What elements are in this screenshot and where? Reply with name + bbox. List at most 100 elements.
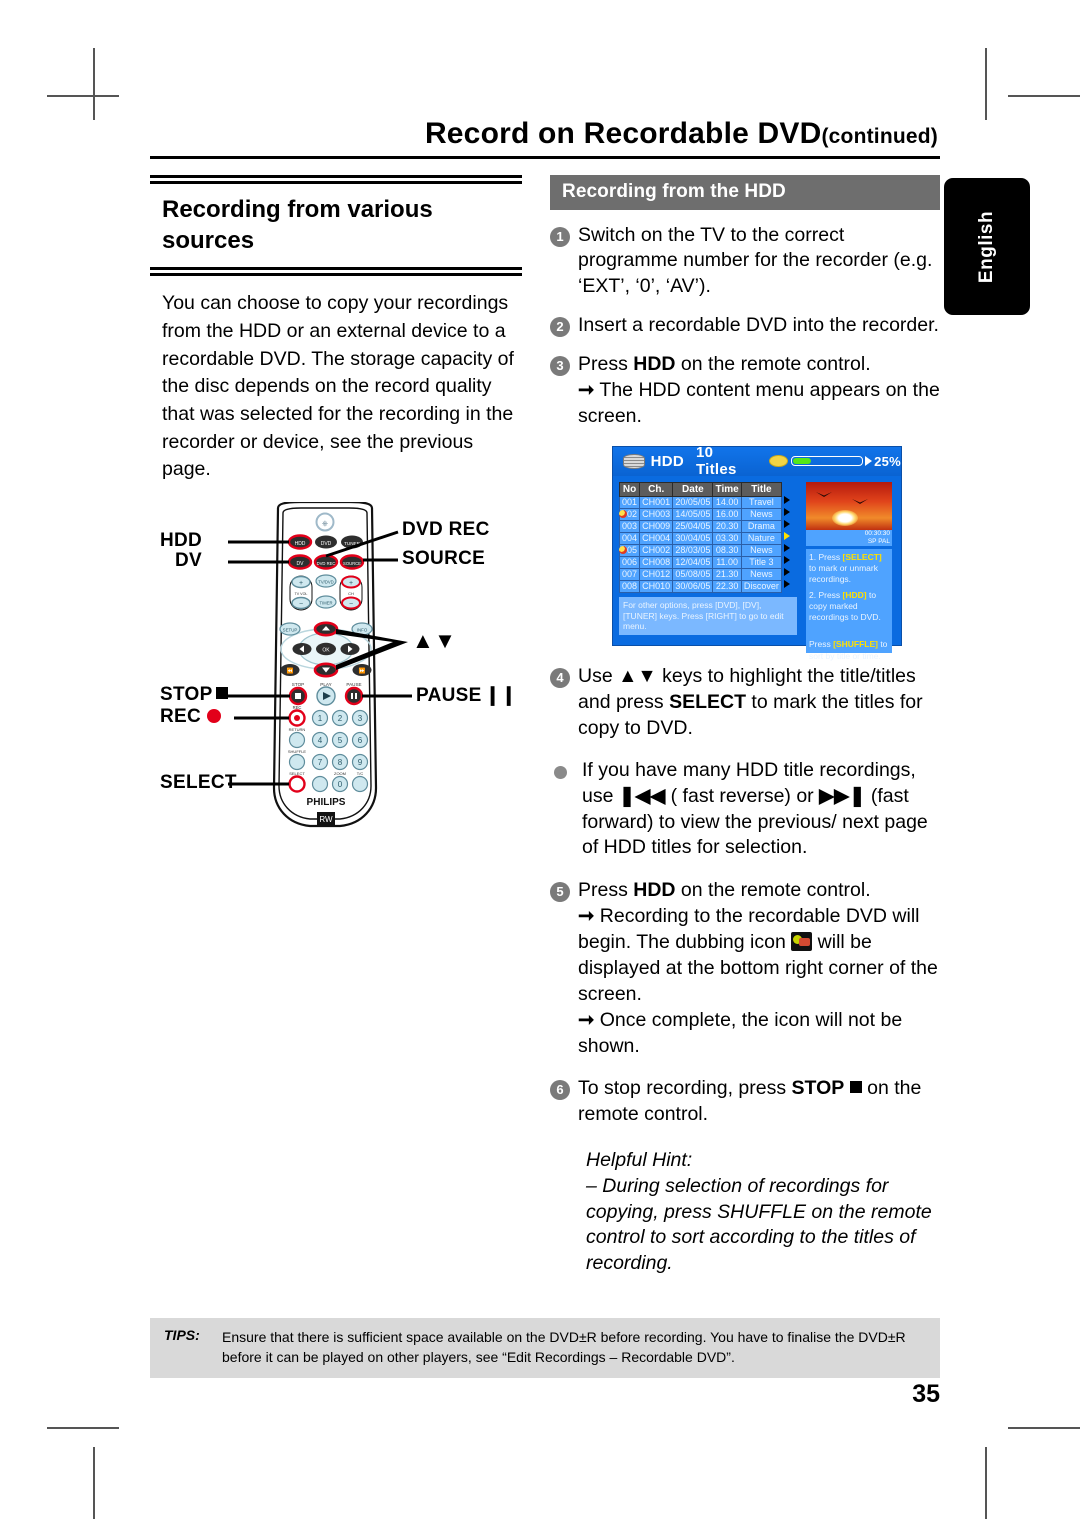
cell-no: 002 — [618, 507, 641, 521]
capacity-indicator-icon — [769, 455, 788, 468]
crop-mark-top-right-v — [985, 48, 987, 120]
table-row[interactable]: 004 CH004 30/04/05 03.30 Nature — [618, 531, 783, 545]
cell-date: 28/03/05 — [672, 543, 714, 557]
callout-stop: STOP — [160, 684, 228, 706]
section-bar-recording-from-hdd: Recording from the HDD — [550, 174, 940, 210]
tv-bottom-hint: For other options, press [DVD], [DV], [T… — [619, 596, 797, 635]
cell-no: 006 — [618, 555, 641, 569]
svg-text:RW: RW — [319, 815, 333, 824]
cell-ch: CH002 — [639, 543, 674, 557]
cell-title: Drama — [740, 519, 783, 533]
svg-text:TV VOL: TV VOL — [295, 592, 308, 596]
svg-text:4: 4 — [318, 736, 323, 745]
tv-side-step-1-key: [SELECT] — [842, 552, 882, 563]
table-row[interactable]: 006 CH008 12/04/05 11.00 Title 3 — [618, 555, 783, 569]
cell-ch: CH001 — [639, 495, 674, 509]
step-3-text: Press HDD on the remote control. ➞ The H… — [578, 353, 940, 428]
hdd-content-menu-screenshot: HDD 10 Titles 25% No Ch. Date Time Title… — [612, 444, 902, 661]
cell-title: News — [740, 507, 783, 521]
table-row[interactable]: 005 CH002 28/03/05 08.30 News — [618, 543, 783, 557]
cell-no: 005 — [618, 543, 641, 557]
capacity-progress-fill — [792, 458, 811, 465]
svg-text:SELECT: SELECT — [289, 771, 305, 776]
fast-reverse-icon: ❚◀◀ — [618, 784, 666, 807]
remote-control-illustration: ⎈ HDD DVD TUNER DV DVD REC SOURCE + − TV… — [150, 501, 522, 832]
row-arrow-icon — [784, 555, 790, 564]
svg-text:DVD: DVD — [321, 541, 332, 547]
cell-ch: CH010 — [639, 579, 674, 593]
svg-text:ZOOM: ZOOM — [334, 771, 346, 776]
svg-text:RETURN: RETURN — [289, 727, 306, 732]
svg-text:+: + — [299, 580, 303, 587]
cell-no: 008 — [618, 579, 641, 593]
tv-titles-count: 10 Titles — [695, 444, 737, 479]
tips-label: TIPS: — [164, 1327, 200, 1343]
svg-text:DV: DV — [297, 561, 305, 567]
arrow-glyph: ➞ — [578, 905, 595, 928]
table-row[interactable]: 007 CH012 05/08/05 21.30 News — [618, 567, 783, 581]
bullet-note: If you have many HDD title recordings, u… — [550, 758, 940, 862]
cell-ch: CH012 — [639, 567, 674, 581]
stop-square-icon — [215, 687, 228, 700]
tv-side-step-3: Press [SHUFFLE] to sort by title or time… — [809, 639, 889, 661]
capacity-percent: 25% — [874, 453, 901, 469]
crop-mark-bottom-left-h — [47, 1427, 119, 1429]
cell-date: 12/04/05 — [672, 555, 714, 569]
callout-stop-label: STOP — [160, 684, 213, 706]
callout-up-down-arrows: ▲▼ — [412, 628, 457, 654]
tv-side-step-2-pre: 2. Press — [809, 590, 843, 601]
cell-ch: CH003 — [639, 507, 674, 521]
cell-time: 21.30 — [712, 567, 742, 581]
svg-text:−: − — [299, 601, 303, 608]
col-title: Title — [740, 481, 783, 497]
callout-dv: DV — [175, 550, 202, 572]
cell-ch: CH004 — [639, 531, 674, 545]
page-title-main: Record on Recordable DVD — [424, 117, 822, 150]
cell-date: 30/04/05 — [672, 531, 714, 545]
crop-mark-top-left-h — [47, 95, 119, 97]
cell-time: 03.30 — [712, 531, 742, 545]
tv-side-step-2-key: [HDD] — [842, 590, 867, 601]
step-3: 3 Press HDD on the remote control. ➞ The… — [550, 352, 940, 430]
bullet-note-text-b: ( fast reverse) or — [670, 784, 814, 807]
hdd-titles-table[interactable]: No Ch. Date Time Title 001 CH001 20/05/05 1… — [618, 481, 783, 593]
bullet-dot-icon — [554, 765, 567, 779]
row-arrow-icon — [784, 567, 790, 576]
step-number-3: 3 — [550, 356, 570, 377]
cell-title: Nature — [740, 531, 783, 545]
cell-title: News — [740, 567, 783, 581]
svg-text:−: − — [349, 601, 353, 608]
fast-forward-icon: ▶▶❚ — [819, 784, 866, 807]
svg-text:8: 8 — [338, 758, 343, 767]
page-content: Record on Recordable DVD(continued) Reco… — [150, 118, 940, 1408]
step-4-key: SELECT — [669, 690, 746, 713]
callout-pause: PAUSE ❙❙ — [416, 684, 517, 707]
table-row[interactable]: 002 CH003 14/05/05 16.00 News — [618, 507, 783, 521]
header-divider — [150, 155, 940, 159]
crop-mark-bottom-right-h — [1008, 1427, 1080, 1429]
step-2-text: Insert a recordable DVD into the recorde… — [578, 314, 939, 337]
tv-title-hdd: HDD — [650, 452, 684, 470]
left-body-text: You can choose to copy your recordings f… — [162, 292, 514, 481]
language-tab: English — [944, 178, 1030, 315]
svg-text:3: 3 — [358, 714, 363, 723]
crop-mark-top-left-v — [93, 48, 95, 120]
tv-side-step-2: 2. Press [HDD] to copy marked recordings… — [809, 590, 889, 623]
page-title: Record on Recordable DVD(continued) — [150, 118, 940, 150]
sun-glow — [832, 509, 858, 526]
tv-side-step-3-pre: Press — [809, 639, 834, 650]
svg-text:⏪: ⏪ — [287, 668, 294, 675]
svg-text:TV/DVD: TV/DVD — [318, 580, 333, 585]
row-arrow-icon — [784, 495, 790, 504]
step-number-2: 2 — [550, 317, 570, 338]
bullet-note-text: If you have many HDD title recordings, u… — [582, 758, 940, 862]
cell-date: 05/08/05 — [672, 567, 714, 581]
cell-title: News — [740, 543, 783, 557]
table-row[interactable]: 001 CH001 20/05/05 14.00 Travel — [618, 495, 783, 509]
cell-date: 14/05/05 — [672, 507, 714, 521]
table-row[interactable]: 008 CH010 30/06/05 22.30 Discover — [618, 579, 783, 593]
svg-text:TIMER: TIMER — [319, 601, 332, 606]
step-4-text: Use ▲▼ keys to highlight the title/title… — [578, 664, 923, 739]
table-row[interactable]: 003 CH009 25/04/05 20.30 Drama — [618, 519, 783, 533]
cell-ch: CH008 — [639, 555, 674, 569]
